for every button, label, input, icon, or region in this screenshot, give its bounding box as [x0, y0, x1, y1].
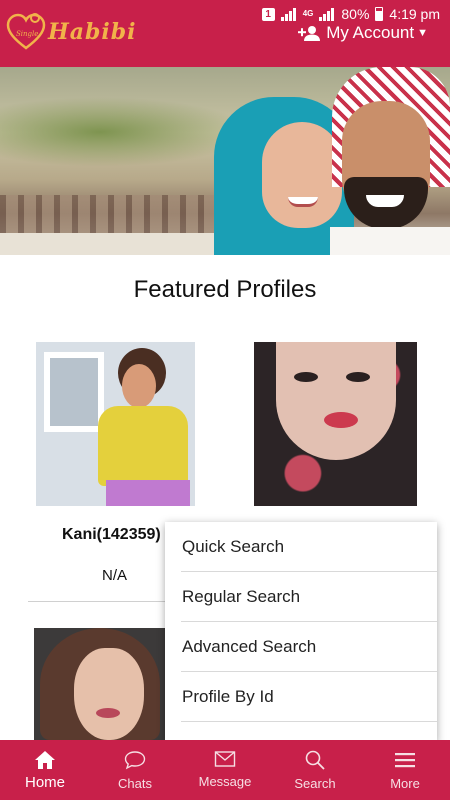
my-account-button[interactable]: My Account ▼: [298, 23, 428, 43]
battery-icon: [375, 7, 384, 21]
nav-message[interactable]: Message: [180, 740, 270, 800]
sim-indicator: 1: [261, 7, 275, 21]
nav-home[interactable]: Home: [0, 740, 90, 800]
section-title: Featured Profiles: [133, 276, 317, 303]
network-type: 4G: [302, 9, 314, 18]
cell-signal-icon: [319, 7, 335, 21]
chat-bubble-icon: [124, 751, 146, 770]
profile-meta: N/A: [102, 567, 128, 584]
nav-message-label: Message: [198, 774, 252, 789]
nav-more[interactable]: More: [360, 740, 450, 800]
battery-percent: 80%: [341, 6, 370, 22]
logo-text: Habibi: [48, 19, 137, 45]
menu-item-quick-search[interactable]: Quick Search: [181, 522, 437, 572]
nav-search-label: Search: [294, 776, 336, 791]
profile-name[interactable]: Kani(142359): [62, 526, 161, 544]
nav-chats-label: Chats: [118, 776, 152, 791]
status-bar: 1 4G 80% 4:19 pm: [261, 4, 440, 24]
hero-banner: [0, 67, 450, 255]
menu-item-advanced-search[interactable]: Advanced Search: [181, 622, 437, 672]
nav-chats[interactable]: Chats: [90, 740, 180, 800]
nav-home-label: Home: [24, 774, 65, 791]
logo-badge-text: Single: [16, 30, 38, 38]
search-icon: [305, 750, 325, 770]
profile-photo[interactable]: [36, 342, 195, 506]
wifi-signal-icon: [280, 7, 297, 21]
profile-photo[interactable]: [254, 342, 417, 506]
nav-search[interactable]: Search: [270, 740, 360, 800]
add-user-icon: [298, 26, 321, 41]
heart-ring-logo-icon: Single: [6, 13, 46, 50]
caret-down-icon: ▼: [417, 27, 428, 39]
my-account-label: My Account: [326, 23, 415, 42]
profile-photo[interactable]: [34, 628, 166, 740]
envelope-icon: [214, 751, 236, 767]
app-header: 1 4G 80% 4:19 pm Single Habibi My Accoun…: [0, 0, 450, 67]
app-logo[interactable]: Single Habibi: [6, 12, 137, 52]
bottom-nav: Home Chats Message Search More: [0, 740, 450, 800]
menu-item-regular-search[interactable]: Regular Search: [181, 572, 437, 622]
clock: 4:19 pm: [389, 6, 440, 22]
menu-item-profile-by-id[interactable]: Profile By Id: [181, 672, 437, 722]
search-dropdown-menu: Quick Search Regular Search Advanced Sea…: [165, 522, 437, 742]
home-icon: [35, 751, 55, 769]
nav-more-label: More: [390, 776, 420, 791]
menu-icon: [395, 753, 415, 768]
